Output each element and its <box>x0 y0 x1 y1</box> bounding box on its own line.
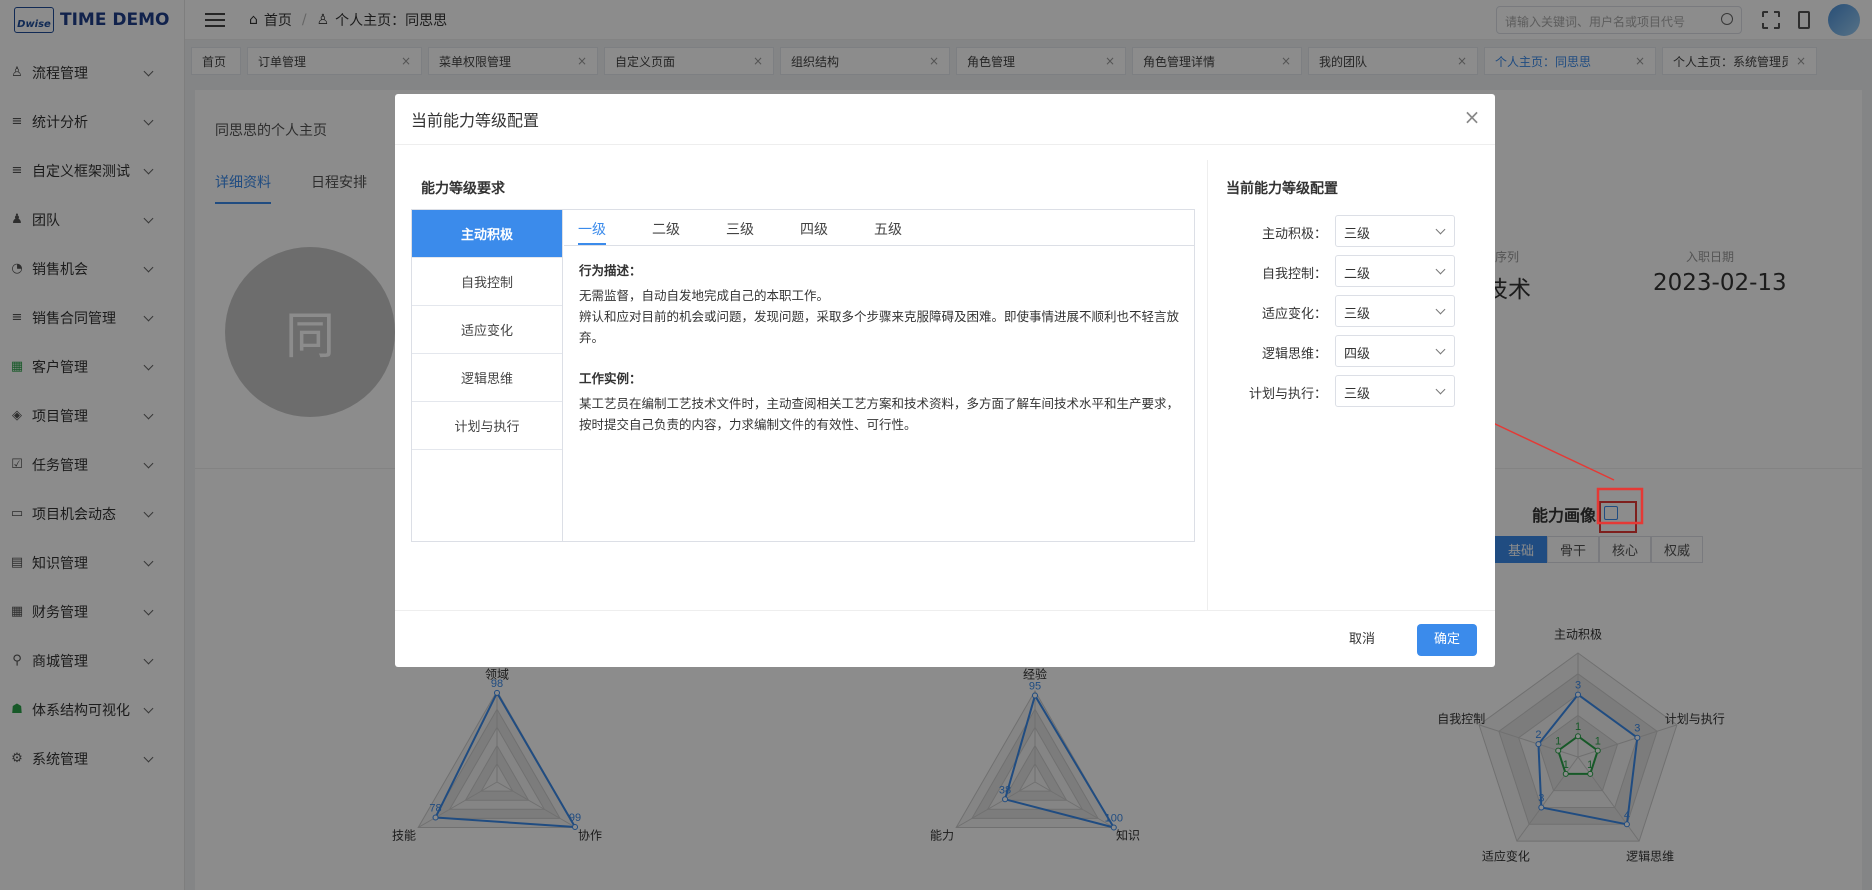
level-select[interactable]: 三级 <box>1335 375 1455 407</box>
config-label: 主动积极： <box>1261 227 1327 242</box>
category-item[interactable]: 自我控制 <box>412 258 562 306</box>
modal-footer: 取消 确定 <box>395 610 1495 667</box>
level-select-value: 三级 <box>1344 227 1371 242</box>
level-tab[interactable]: 二级 <box>652 210 680 245</box>
config-label: 适应变化： <box>1261 307 1327 322</box>
cancel-button[interactable]: 取消 <box>1335 624 1389 656</box>
config-row: 适应变化： 三级 <box>1215 295 1455 327</box>
level-select-value: 二级 <box>1344 267 1371 282</box>
chevron-down-icon <box>1435 264 1446 275</box>
category-nav: 主动积极 自我控制 适应变化 逻辑思维 计划与执行 <box>412 210 563 541</box>
config-label: 自我控制： <box>1261 267 1327 282</box>
config-label: 计划与执行： <box>1248 387 1327 402</box>
behavior-heading: 行为描述： <box>579 263 642 278</box>
requirements-title: 能力等级要求 <box>421 181 505 197</box>
modal-title: 当前能力等级配置 <box>395 94 1495 145</box>
requirements-panel: 主动积极 自我控制 适应变化 逻辑思维 计划与执行 一级 二级 三级 四级 五级 行为描述： 无… <box>411 209 1195 542</box>
level-select-value: 三级 <box>1344 307 1371 322</box>
level-select[interactable]: 四级 <box>1335 335 1455 367</box>
category-item[interactable]: 逻辑思维 <box>412 354 562 402</box>
level-select[interactable]: 二级 <box>1335 255 1455 287</box>
level-tab[interactable]: 一级 <box>578 210 606 245</box>
chevron-down-icon <box>1435 344 1446 355</box>
category-item[interactable]: 适应变化 <box>412 306 562 354</box>
level-tab[interactable]: 四级 <box>800 210 828 245</box>
category-item[interactable]: 计划与执行 <box>412 402 562 450</box>
behavior-line: 无需监督，自动自发地完成自己的本职工作。 <box>579 288 830 303</box>
category-item[interactable]: 主动积极 <box>412 210 562 258</box>
config-row: 自我控制： 二级 <box>1215 255 1455 287</box>
level-select-value: 四级 <box>1344 347 1371 362</box>
behavior-line: 辨认和应对目前的机会或问题，发现问题，采取多个步骤来克服障碍及困难。即使事情进展… <box>579 309 1180 345</box>
level-select[interactable]: 三级 <box>1335 295 1455 327</box>
config-row: 计划与执行： 三级 <box>1215 375 1455 407</box>
config-row: 逻辑思维： 四级 <box>1215 335 1455 367</box>
close-icon[interactable]: × <box>1463 107 1481 127</box>
config-modal: 当前能力等级配置 × 能力等级要求 主动积极 自我控制 适应变化 逻辑思维 计划与执行 … <box>395 94 1495 667</box>
config-label: 逻辑思维： <box>1261 347 1327 362</box>
example-line: 某工艺员在编制工艺技术文件时，主动查阅相关工艺方案和技术资料，多方面了解车间技术… <box>579 396 1180 432</box>
level-tab[interactable]: 五级 <box>874 210 902 245</box>
example-heading: 工作实例： <box>579 371 642 386</box>
level-select-value: 三级 <box>1344 387 1371 402</box>
chevron-down-icon <box>1435 384 1446 395</box>
level-description: 行为描述： 无需监督，自动自发地完成自己的本职工作。 辨认和应对目前的机会或问题… <box>579 260 1179 435</box>
level-select[interactable]: 三级 <box>1335 215 1455 247</box>
confirm-button[interactable]: 确定 <box>1417 624 1477 656</box>
level-tabs: 一级 二级 三级 四级 五级 <box>564 210 1194 246</box>
config-row: 主动积极： 三级 <box>1215 215 1455 247</box>
chevron-down-icon <box>1435 224 1446 235</box>
current-config-title: 当前能力等级配置 <box>1226 181 1338 197</box>
level-tab[interactable]: 三级 <box>726 210 754 245</box>
chevron-down-icon <box>1435 304 1446 315</box>
vertical-divider <box>1207 160 1208 610</box>
